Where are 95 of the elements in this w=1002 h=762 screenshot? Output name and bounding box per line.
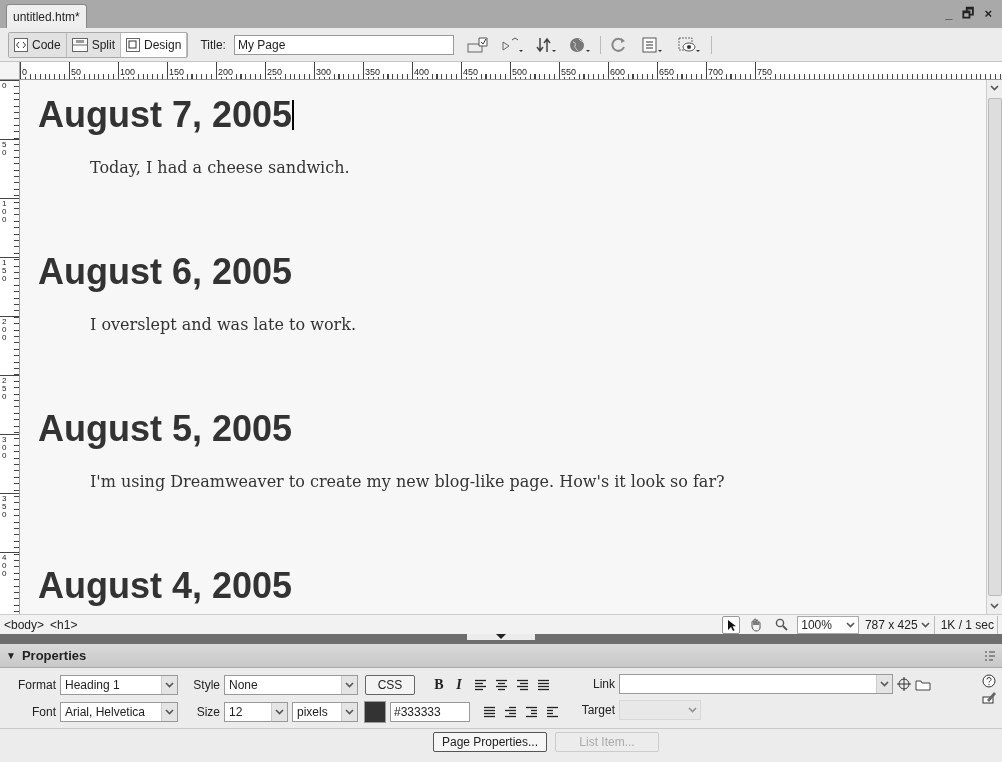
collapse-arrow-icon [496,634,506,639]
validate-icon[interactable] [465,35,490,54]
text-cursor [292,100,294,130]
ruler-label: 700 [708,67,724,77]
color-swatch[interactable] [364,701,386,723]
download-time: 1K / 1 sec [940,615,998,634]
format-label: Format [17,676,56,694]
italic-button[interactable]: I [451,674,467,695]
format-select[interactable]: Heading 1 [60,674,178,695]
bullet-list-icon[interactable] [484,706,496,718]
view-options-icon[interactable] [640,35,665,54]
entry-heading: August 5, 2005 [38,408,293,450]
entry-text: I'm using Dreamweaver to create my new blog-like page. How's it look so far? [90,471,726,493]
window-size-select[interactable]: 787 x 425 [864,615,935,634]
status-tool-button[interactable] [722,615,741,634]
ruler-label: 250 [267,67,283,77]
link-field[interactable] [619,674,893,694]
restore-button[interactable]: 🗗 [962,4,975,24]
scrollbar[interactable] [986,80,1002,614]
align-right-icon[interactable] [517,678,529,691]
crosshair-icon[interactable] [897,677,911,691]
ruler-label: 750 [757,67,773,77]
unit-select[interactable]: pixels [292,702,358,722]
transfer-arrows-icon[interactable] [533,35,558,54]
view-button[interactable]: Split [66,32,122,57]
ruler-label: 100 [2,200,7,224]
ruler-label: 150 [169,67,185,77]
close-button[interactable]: × [984,4,992,24]
ruler-label: 0 [22,67,27,77]
tag-selector[interactable]: <h1> [50,615,78,634]
target-label: Target [580,702,615,719]
ruler-label: 100 [120,67,136,77]
bold-button[interactable]: B [431,674,447,695]
ruler-label: 200 [218,67,234,77]
edit-icon[interactable] [982,690,996,704]
size-select[interactable]: 12 [224,702,288,722]
title-field[interactable]: My Page [233,34,454,55]
justify-icon[interactable] [538,678,550,691]
panel-toggle-handle[interactable] [467,634,535,640]
font-label: Font [31,704,56,721]
ruler-label: 200 [2,318,7,342]
magnifier-icon [775,618,789,631]
ruler-label: 350 [365,67,381,77]
numbered-list-icon[interactable] [505,706,517,718]
ruler-label: 250 [2,377,7,401]
page-properties-button[interactable]: Page Properties... [432,732,548,752]
tag-selector[interactable]: <body> [4,615,45,634]
arrow-pointer-icon [726,618,737,631]
eye-icon[interactable] [676,35,703,54]
link-label: Link [592,676,615,693]
browser-compatibility-icon[interactable] [499,35,524,54]
folder-icon[interactable] [915,677,931,691]
style-select[interactable]: None [224,674,358,695]
ruler-label: 400 [2,554,7,578]
css-button[interactable]: CSS [365,674,415,695]
design-view-icon [126,37,141,52]
align-left-icon[interactable] [475,678,487,691]
ruler-label: 650 [659,67,675,77]
ruler-label: 450 [463,67,479,77]
entry-heading: August 6, 2005 [38,251,293,293]
ruler-label: 300 [2,436,7,460]
size-label: Size [195,704,220,721]
ruler-label: 0 [2,82,7,90]
zoom-select[interactable]: 100% [797,615,859,634]
ruler-label: 150 [2,259,7,283]
entry-text: Today, I had a cheese sandwich. [90,157,351,179]
code-icon [14,37,28,52]
entry-text: I overslept and was late to work. [90,314,357,336]
ruler-label: 350 [2,495,7,519]
outdent-icon[interactable] [526,706,538,718]
indent-icon[interactable] [547,706,559,718]
panel-title[interactable]: Properties [21,645,87,666]
ruler-label: 550 [561,67,577,77]
entry-heading: August 7, 2005 [38,94,293,136]
hand-icon [749,617,764,632]
ruler-label: 500 [512,67,528,77]
split-view-icon [71,37,88,52]
title-label: Title: [200,36,226,54]
entry-heading: August 4, 2005 [38,565,293,607]
help-icon[interactable] [982,674,996,688]
font-select[interactable]: Arial, Helvetica [60,702,178,722]
ruler-label: 600 [610,67,626,77]
align-center-icon[interactable] [496,678,508,691]
color-field[interactable]: #333333 [390,702,470,722]
style-label: Style [192,676,220,694]
ruler-label: 300 [316,67,332,77]
ruler-label: 50 [2,141,7,157]
ruler-label: 400 [414,67,430,77]
view-button[interactable]: Design [121,32,188,57]
globe-icon[interactable] [567,35,592,54]
panel-expand-arrow[interactable]: ▼ [6,648,16,663]
minimize-button[interactable]: _ [945,4,953,24]
view-button[interactable]: Code [9,32,67,57]
document-tab[interactable]: untitled.htm* [6,4,87,28]
ruler-label: 50 [71,67,81,77]
